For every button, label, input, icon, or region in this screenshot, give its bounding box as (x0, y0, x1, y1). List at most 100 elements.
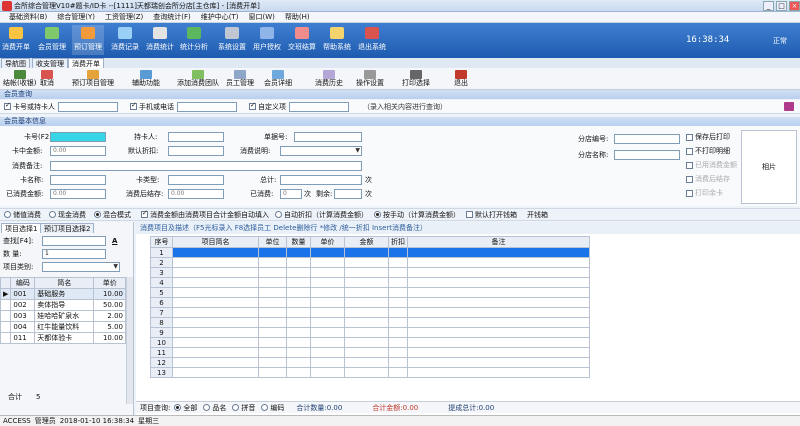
mixed-mode-radio[interactable] (94, 211, 101, 218)
query-name-option[interactable]: 品名 (203, 403, 226, 413)
mixed-mode-option[interactable]: 混合模式 (94, 210, 131, 220)
checkout-button[interactable]: 结帐(收银) (3, 70, 36, 88)
remark-input[interactable] (50, 161, 362, 171)
qty-input[interactable]: 1 (42, 249, 106, 259)
menu-basic-data[interactable]: 基础资料(B) (4, 12, 52, 23)
query-name-radio[interactable] (203, 404, 211, 411)
table-row[interactable]: 8 (150, 317, 590, 328)
print-after-save-checkbox[interactable] (686, 133, 693, 141)
table-row[interactable]: 5 (150, 287, 590, 298)
book-icon[interactable] (784, 102, 794, 111)
menu-query[interactable]: 查询统计(F) (148, 12, 196, 23)
tab-consume-bill[interactable]: 消费开单 (68, 58, 104, 68)
member-detail-button[interactable]: 会员详细 (264, 70, 292, 88)
query-code-option[interactable]: 编码 (261, 403, 284, 413)
manual-discount-option[interactable]: 按手动（计算消费金额） (374, 210, 460, 220)
tab-item-select[interactable]: 项目选择1 (1, 223, 42, 233)
query-pinyin-option[interactable]: 拼音 (232, 403, 255, 413)
menu-help[interactable]: 帮助(H) (280, 12, 315, 23)
holder-input[interactable] (168, 132, 224, 142)
table-row[interactable]: 002 卖体指导 50.00 (0, 299, 126, 311)
query-all-option[interactable]: 全部 (174, 403, 197, 413)
stored-value-radio[interactable] (4, 211, 11, 218)
table-row[interactable]: 011 天都体验卡 10.00 (0, 332, 126, 344)
table-row[interactable]: 13 (150, 367, 590, 378)
bill-no-input[interactable] (294, 132, 362, 142)
table-row[interactable]: 10 (150, 337, 590, 348)
query-phone-option[interactable]: 手机或电话 (130, 101, 174, 112)
default-open-drawer-checkbox[interactable] (466, 211, 473, 218)
scrollbar[interactable] (126, 277, 133, 404)
query-card-holder-option[interactable]: 卡号或持卡人 (4, 101, 55, 112)
table-row[interactable]: 7 (150, 307, 590, 318)
maximize-button[interactable]: □ (776, 1, 787, 11)
cancel-button[interactable]: 取消 (40, 70, 54, 88)
menu-window[interactable]: 窗口(W) (244, 12, 280, 23)
toolbar-exit[interactable]: 退出系统 (358, 25, 386, 55)
exit-button[interactable]: 退出 (454, 70, 468, 88)
booking-item-button[interactable]: 预订项目管理 (72, 70, 114, 88)
open-drawer-button[interactable]: 开钱箱 (527, 210, 548, 220)
auto-discount-radio[interactable] (275, 211, 282, 218)
card-holder-checkbox[interactable] (4, 101, 11, 110)
cash-radio[interactable] (49, 211, 56, 218)
table-row[interactable]: 1 (150, 247, 590, 258)
no-print-detail-checkbox[interactable] (686, 147, 693, 155)
default-open-drawer-option[interactable]: 默认打开钱箱 (466, 210, 517, 220)
table-row[interactable]: 6 (150, 297, 590, 308)
query-custom-option[interactable]: 自定义项 (249, 101, 286, 112)
type-select[interactable]: ▼ (42, 262, 120, 272)
table-row[interactable]: 004 红牛能量饮料 5.00 (0, 321, 126, 333)
cash-option[interactable]: 现金消费 (49, 210, 86, 220)
minimize-button[interactable]: _ (763, 1, 774, 11)
toolbar-user-auth[interactable]: 用户授权 (253, 25, 281, 55)
menu-salary[interactable]: 工资管理(Z) (100, 12, 148, 23)
find-input[interactable] (42, 236, 106, 246)
table-row[interactable]: ▶ 001 基础服务 10.00 (0, 288, 126, 300)
table-row[interactable]: 2 (150, 257, 590, 268)
print-select-button[interactable]: 打印选择 (402, 70, 430, 88)
consume-history-button[interactable]: 消费历史 (315, 70, 343, 88)
query-pinyin-radio[interactable] (232, 404, 240, 411)
card-no-input[interactable] (50, 132, 106, 142)
table-row[interactable]: 4 (150, 277, 590, 288)
tab-income-expense[interactable]: 收支管理 (32, 58, 68, 68)
query-code-radio[interactable] (261, 404, 269, 411)
stored-value-option[interactable]: 储值消费 (4, 210, 41, 220)
auto-discount-option[interactable]: 自动折扣（计算消费金额） (275, 210, 368, 220)
table-row[interactable]: 003 娃哈哈矿泉水 2.00 (0, 310, 126, 322)
card-holder-input[interactable] (58, 101, 118, 112)
toolbar-shift-settle[interactable]: 交班结算 (288, 25, 316, 55)
toolbar-consume-bill[interactable]: 消费开单 (2, 25, 30, 55)
table-row[interactable]: 3 (150, 267, 590, 278)
toolbar-help[interactable]: 帮助系统 (323, 25, 351, 55)
table-row[interactable]: 9 (150, 327, 590, 338)
print-after-save-option[interactable]: 保存后打印 (686, 132, 730, 142)
phone-input[interactable] (177, 101, 237, 112)
toolbar-analysis[interactable]: 统计分析 (180, 25, 208, 55)
query-all-radio[interactable] (174, 404, 182, 411)
phone-checkbox[interactable] (130, 101, 137, 110)
auto-fill-option[interactable]: 消费金额由消费项目合计金额自动填入 (141, 209, 269, 220)
toolbar-consume-stats[interactable]: 消费统计 (146, 25, 174, 55)
consume-desc-select[interactable]: ▼ (280, 146, 362, 156)
close-button[interactable]: × (789, 1, 800, 11)
toolbar-settings[interactable]: 系统设置 (218, 25, 246, 55)
custom-input[interactable] (289, 101, 349, 112)
table-row[interactable]: 12 (150, 357, 590, 368)
toolbar-consume-record[interactable]: 消费记录 (111, 25, 139, 55)
auto-fill-checkbox[interactable] (141, 209, 148, 218)
table-row[interactable]: 11 (150, 347, 590, 358)
tab-booking-item-select[interactable]: 预订项目选择2 (40, 223, 95, 233)
aux-function-button[interactable]: 辅助功能 (132, 70, 160, 88)
font-a-icon[interactable]: A (112, 236, 117, 246)
no-print-detail-option[interactable]: 不打印明细 (686, 146, 730, 156)
menu-maintenance[interactable]: 维护中心(T) (196, 12, 244, 23)
manual-discount-radio[interactable] (374, 211, 381, 218)
custom-checkbox[interactable] (249, 101, 256, 110)
operation-settings-button[interactable]: 操作设置 (356, 70, 384, 88)
toolbar-booking-manage[interactable]: 预订管理 (72, 25, 104, 55)
toolbar-member-manage[interactable]: 会员管理 (38, 25, 66, 55)
staff-manage-button[interactable]: 员工管理 (226, 70, 254, 88)
tab-nav-map[interactable]: 导航图 (1, 58, 30, 68)
